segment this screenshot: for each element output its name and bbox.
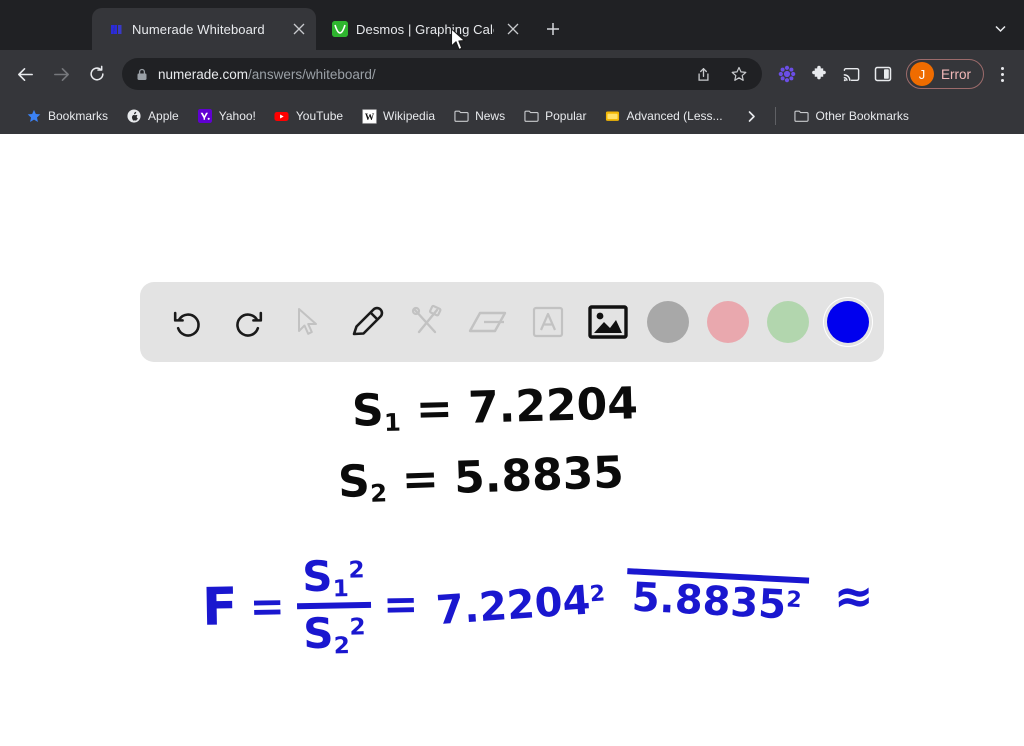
- avatar: J: [910, 62, 934, 86]
- ink-s1-value: 7.2204: [467, 378, 639, 434]
- chevron-right-icon[interactable]: [739, 103, 765, 129]
- new-tab-button[interactable]: [538, 14, 568, 44]
- yahoo-icon: [197, 108, 213, 124]
- ink-line-s2: S2 = 5.8835: [337, 447, 625, 509]
- ink-num-value: 7.2204: [435, 577, 593, 634]
- menu-dot: [1000, 66, 1004, 70]
- browser-toolbar: numerade.com/answers/whiteboard/ J Error: [0, 50, 1024, 98]
- bookmark-label: Other Bookmarks: [815, 109, 909, 123]
- ink-s1-equals: =: [415, 383, 454, 436]
- ink-equals-2: =: [382, 579, 419, 629]
- ink-fraction-denominator: S22: [296, 601, 373, 660]
- mouse-pointer-icon: [450, 28, 467, 56]
- ink-den-subscript: 2: [333, 632, 351, 660]
- ink-s1-var: S: [351, 384, 385, 437]
- three-dot-menu-icon[interactable]: [988, 59, 1016, 89]
- star-icon: [26, 108, 42, 124]
- menu-dot: [1000, 72, 1004, 76]
- lock-icon: [136, 68, 148, 81]
- ink-num-subscript: 1: [332, 576, 350, 603]
- tab-numerade-whiteboard[interactable]: Numerade Whiteboard: [92, 8, 316, 50]
- apple-icon: [126, 108, 142, 124]
- share-icon[interactable]: [690, 61, 716, 87]
- back-arrow-icon[interactable]: [8, 57, 42, 91]
- bookmark-item-other-bookmarks[interactable]: Other Bookmarks: [786, 103, 917, 129]
- yellow-folder-icon: [604, 108, 620, 124]
- bookmark-label: News: [475, 109, 506, 123]
- url-path: /answers/whiteboard/: [248, 66, 376, 82]
- profile-chip[interactable]: J Error: [906, 59, 984, 89]
- ink-s2-subscript: 2: [369, 479, 388, 508]
- bookmarks-separator: [774, 107, 776, 125]
- star-icon[interactable]: [726, 61, 752, 87]
- bookmark-item-wikipedia[interactable]: W Wikipedia: [353, 103, 443, 129]
- ink-den-var: S: [302, 608, 334, 658]
- youtube-icon: [274, 108, 290, 124]
- ink-num-value-exponent: 2: [589, 581, 607, 608]
- ink-den-exponent: 2: [349, 614, 366, 641]
- ink-fraction-numerator: S12: [296, 551, 371, 603]
- ink-approx-symbol: ≈: [833, 567, 875, 625]
- bookmark-label: Advanced (Less...: [626, 109, 723, 123]
- desmos-icon: [332, 21, 348, 37]
- ink-s2-value: 5.8835: [453, 447, 625, 504]
- bookmark-item-apple[interactable]: Apple: [118, 103, 187, 129]
- ink-s2-equals: =: [401, 453, 440, 506]
- ink-den-value-exponent: 2: [785, 587, 803, 613]
- flower-extension-icon[interactable]: [772, 59, 802, 89]
- bookmark-item-advanced[interactable]: Advanced (Less...: [596, 103, 730, 129]
- bookmark-label: YouTube: [295, 109, 344, 123]
- folder-icon: [453, 108, 469, 124]
- menu-dot: [1000, 78, 1004, 82]
- ink-fraction-values: 7.22042 5.88352: [430, 567, 809, 634]
- ink-line-f-ratio: F = S12 S22 = 7.22042 5.88352 ≈: [201, 542, 875, 661]
- ink-s2-var: S: [337, 455, 371, 508]
- ink-num-var: S: [301, 551, 333, 602]
- profile-status-label: Error: [941, 66, 971, 82]
- url-domain: numerade.com: [158, 66, 249, 82]
- forward-arrow-icon: [44, 57, 78, 91]
- bookmark-item-youtube[interactable]: YouTube: [266, 103, 351, 129]
- tab-close-button[interactable]: [502, 18, 524, 40]
- ink-fraction-variables: S12 S22: [296, 551, 373, 660]
- whiteboard-canvas[interactable]: S1 = 7.2204 S2 = 5.8835 F = S12 S22 = 7.…: [0, 134, 1024, 746]
- ink-value-denominator: 5.88352: [624, 567, 809, 630]
- ink-value-numerator: 7.22042: [429, 576, 613, 635]
- side-panel-icon[interactable]: [868, 59, 898, 89]
- ink-num-exponent: 2: [348, 557, 365, 584]
- tab-title: Desmos | Graphing Calculato: [356, 21, 494, 37]
- chevron-down-icon[interactable]: [986, 14, 1014, 42]
- tab-close-button[interactable]: [288, 18, 310, 40]
- tab-title: Numerade Whiteboard: [132, 21, 265, 37]
- folder-icon: [523, 108, 539, 124]
- ink-line-s1: S1 = 7.2204: [351, 378, 638, 438]
- folder-icon: [794, 108, 810, 124]
- numerade-icon: [108, 21, 124, 37]
- bookmark-item-news[interactable]: News: [445, 103, 513, 129]
- bookmark-label: Bookmarks: [48, 109, 109, 123]
- ink-den-value: 5.8835: [630, 574, 788, 629]
- svg-text:W: W: [364, 112, 374, 122]
- extension-puzzle-piece-icon[interactable]: [804, 59, 834, 89]
- cast-icon[interactable]: [836, 59, 866, 89]
- bookmark-label: Popular: [545, 109, 587, 123]
- tab-desmos-graphing-calculator[interactable]: Desmos | Graphing Calculato: [316, 8, 530, 50]
- ink-f-symbol: F: [201, 577, 239, 638]
- bookmark-label: Wikipedia: [383, 109, 436, 123]
- reload-icon[interactable]: [80, 57, 114, 91]
- bookmark-item-bookmarks[interactable]: Bookmarks: [18, 103, 116, 129]
- bookmark-item-popular[interactable]: Popular: [515, 103, 594, 129]
- address-bar-url: numerade.com/answers/whiteboard/: [158, 67, 680, 82]
- ink-s1-subscript: 1: [383, 408, 402, 437]
- wikipedia-icon: W: [361, 108, 377, 124]
- address-bar[interactable]: numerade.com/answers/whiteboard/: [122, 58, 762, 90]
- bookmark-label: Apple: [148, 109, 179, 123]
- ink-equals-1: =: [249, 581, 286, 632]
- tab-strip: Numerade Whiteboard Desmos | Graphing Ca…: [0, 0, 1024, 50]
- bookmark-label: Yahoo!: [218, 109, 256, 123]
- whiteboard-page: S1 = 7.2204 S2 = 5.8835 F = S12 S22 = 7.…: [0, 134, 1024, 746]
- bookmark-item-yahoo[interactable]: Yahoo!: [189, 103, 264, 129]
- bookmarks-bar: Bookmarks Apple Yahoo! YouTube W Wikiped…: [0, 98, 1024, 134]
- browser-window: Numerade Whiteboard Desmos | Graphing Ca…: [0, 0, 1024, 746]
